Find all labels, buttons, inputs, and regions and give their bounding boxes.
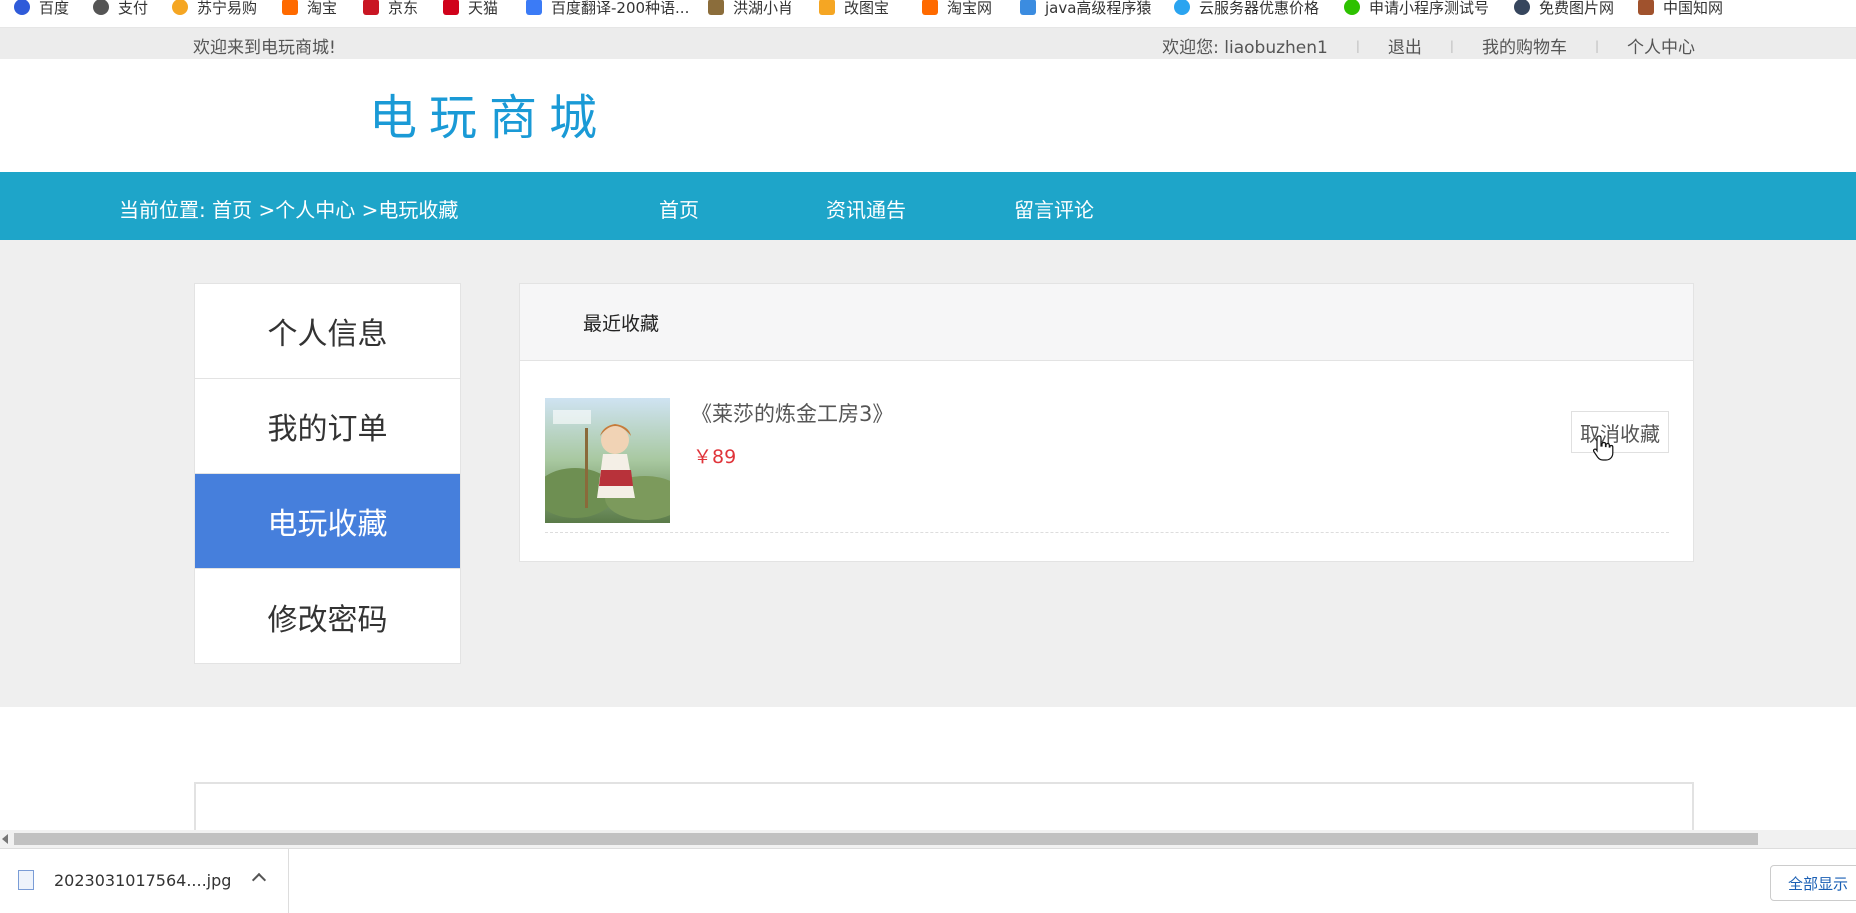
site-welcome-text: 欢迎来到电玩商城! (193, 38, 336, 58)
main-nav: 当前位置: 首页 >个人中心 >电玩收藏 首页 资讯通告 留言评论 (0, 172, 1856, 240)
separator: | (1355, 38, 1360, 53)
cloud-icon (1174, 0, 1190, 15)
bookmark-cnki[interactable]: 中国知网 (1638, 0, 1723, 17)
taobao-icon (282, 0, 298, 15)
hand-cursor-icon (1592, 435, 1614, 461)
chevron-up-icon[interactable] (251, 872, 267, 888)
wechat-icon (1344, 0, 1360, 15)
tmall-icon (443, 0, 459, 15)
game-cover-art (545, 398, 670, 523)
favorite-item: 《莱莎的炼金工房3》 ￥89 取消收藏 (545, 398, 1669, 533)
gaitubao-icon (819, 0, 835, 15)
bookmark-honghu[interactable]: 洪湖小肖 (708, 0, 793, 17)
nav-news[interactable]: 资讯通告 (826, 194, 906, 223)
lower-section (0, 707, 1856, 842)
site-header: 电玩商城 (0, 59, 1856, 172)
jd-icon (363, 0, 379, 15)
main-content: 个人信息 我的订单 电玩收藏 修改密码 最近收藏 《莱莎的炼金工房3》 ￥89 … (0, 240, 1856, 707)
bookmark-baidu[interactable]: 百度 (14, 0, 69, 17)
game-cover-image[interactable] (545, 398, 670, 523)
suning-icon (172, 0, 188, 15)
bookmark-freeimages[interactable]: 免费图片网 (1514, 0, 1614, 17)
divider (288, 849, 289, 913)
sidebar-item-orders[interactable]: 我的订单 (195, 379, 460, 474)
scroll-left-icon[interactable] (2, 834, 8, 844)
cart-link[interactable]: 我的购物车 (1482, 33, 1567, 58)
user-sidebar: 个人信息 我的订单 电玩收藏 修改密码 (194, 283, 461, 664)
cnki-icon (1638, 0, 1654, 15)
bookmark-miniprogram[interactable]: 申请小程序测试号 (1344, 0, 1489, 17)
translate-icon (526, 0, 542, 15)
site-logo[interactable]: 电玩商城 (318, 71, 660, 155)
taobao-icon (922, 0, 938, 15)
bookmark-java[interactable]: java高级程序猿 (1020, 0, 1151, 17)
bookmark-tmall[interactable]: 天猫 (443, 0, 498, 17)
favorites-panel: 最近收藏 《莱莎的炼金工房3》 ￥89 取消收藏 (519, 283, 1694, 562)
profile-link[interactable]: 个人中心 (1627, 33, 1695, 58)
bookmark-jd[interactable]: 京东 (363, 0, 418, 17)
globe-icon (93, 0, 109, 15)
show-all-downloads-button[interactable]: 全部显示 (1770, 865, 1856, 901)
bookmark-gaitubao[interactable]: 改图宝 (819, 0, 889, 17)
favorite-title[interactable]: 《莱莎的炼金工房3》 (691, 398, 893, 428)
bookmark-translate[interactable]: 百度翻译-200种语... (526, 0, 689, 17)
separator: | (1449, 38, 1454, 53)
image-file-icon (18, 870, 34, 890)
bookmark-suning[interactable]: 苏宁易购 (172, 0, 257, 17)
separator: | (1594, 38, 1599, 53)
horizontal-scrollbar[interactable] (0, 830, 1856, 848)
user-links: 欢迎您: liaobuzhen1 | 退出 | 我的购物车 | 个人中心 (1162, 33, 1695, 58)
logo-text: 电玩商城 (368, 90, 609, 146)
scrollbar-thumb[interactable] (14, 833, 1758, 845)
favorites-heading: 最近收藏 (520, 284, 1693, 361)
bilibili-icon (1020, 0, 1036, 15)
bookmark-cloud[interactable]: 云服务器优惠价格 (1174, 0, 1319, 17)
sidebar-item-profile[interactable]: 个人信息 (195, 284, 460, 379)
favorite-price: ￥89 (693, 446, 737, 468)
breadcrumb: 当前位置: 首页 >个人中心 >电玩收藏 (119, 198, 459, 222)
feather-icon (708, 0, 724, 15)
bookmark-taobaowang[interactable]: 淘宝网 (922, 0, 992, 17)
nav-comments[interactable]: 留言评论 (1014, 194, 1094, 223)
download-bar: 2023031017564....jpg 全部显示 (0, 848, 1856, 913)
bookmarks-bar: 百度 支付 苏宁易购 淘宝 京东 天猫 百度翻译-200种语... 洪湖小肖 改… (0, 0, 1856, 28)
logout-link[interactable]: 退出 (1388, 33, 1422, 58)
t-icon (1514, 0, 1530, 15)
top-strip: 欢迎来到电玩商城! 欢迎您: liaobuzhen1 | 退出 | 我的购物车 … (0, 28, 1856, 59)
bookmark-pay[interactable]: 支付 (93, 0, 148, 17)
sidebar-item-favorites[interactable]: 电玩收藏 (195, 474, 460, 569)
unfavorite-button[interactable]: 取消收藏 (1571, 411, 1669, 453)
user-greeting: 欢迎您: liaobuzhen1 (1162, 38, 1328, 58)
baidu-icon (14, 0, 30, 15)
download-item[interactable]: 2023031017564....jpg (18, 865, 231, 895)
bookmark-taobao[interactable]: 淘宝 (282, 0, 337, 17)
sidebar-item-password[interactable]: 修改密码 (195, 569, 460, 664)
download-filename: 2023031017564....jpg (54, 870, 232, 890)
nav-home[interactable]: 首页 (659, 194, 699, 223)
